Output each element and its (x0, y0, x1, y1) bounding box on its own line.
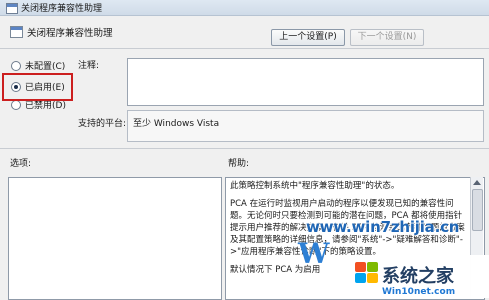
windows-logo-icon (355, 262, 379, 284)
watermark-brand: 系统之家 Win10net.com (382, 262, 455, 297)
policy-app-icon (6, 3, 18, 14)
scroll-up-arrow-icon[interactable] (473, 180, 481, 185)
setting-title: 关闭程序兼容性助理 (27, 28, 113, 39)
comment-label: 注释: (78, 61, 100, 71)
highlight-annotation-box (2, 73, 73, 101)
radio-circle (11, 99, 21, 110)
window-title: 关闭程序兼容性助理 (21, 4, 103, 14)
watermark-brand-main: 系统之家 (382, 266, 454, 287)
scroll-thumb[interactable] (472, 189, 483, 231)
section-divider (0, 148, 489, 149)
watermark-brand-sub: Win10net.com (382, 287, 456, 297)
next-setting-button[interactable]: 下一个设置(N) (350, 29, 424, 46)
watermark-logo-letter: W (298, 237, 330, 270)
options-label: 选项: (10, 159, 32, 169)
comment-textarea[interactable] (127, 58, 484, 106)
policy-icon (10, 26, 23, 38)
radio-label: 未配置(C) (25, 62, 66, 72)
radio-circle (11, 60, 21, 71)
platform-label: 支持的平台: (78, 119, 127, 129)
previous-setting-button[interactable]: 上一个设置(P) (271, 29, 345, 46)
help-label: 帮助: (228, 159, 250, 169)
platform-value: 至少 Windows Vista (133, 119, 220, 129)
title-bar: 关闭程序兼容性助理 (0, 0, 489, 16)
watermark-site-text: www.win7zhijia.cn (306, 218, 460, 236)
help-paragraph: 此策略控制系统中"程序兼容性助理"的状态。 (230, 181, 400, 191)
header-divider (0, 48, 489, 49)
radio-not-configured[interactable]: 未配置(C) (11, 59, 65, 72)
options-pane (8, 177, 222, 300)
